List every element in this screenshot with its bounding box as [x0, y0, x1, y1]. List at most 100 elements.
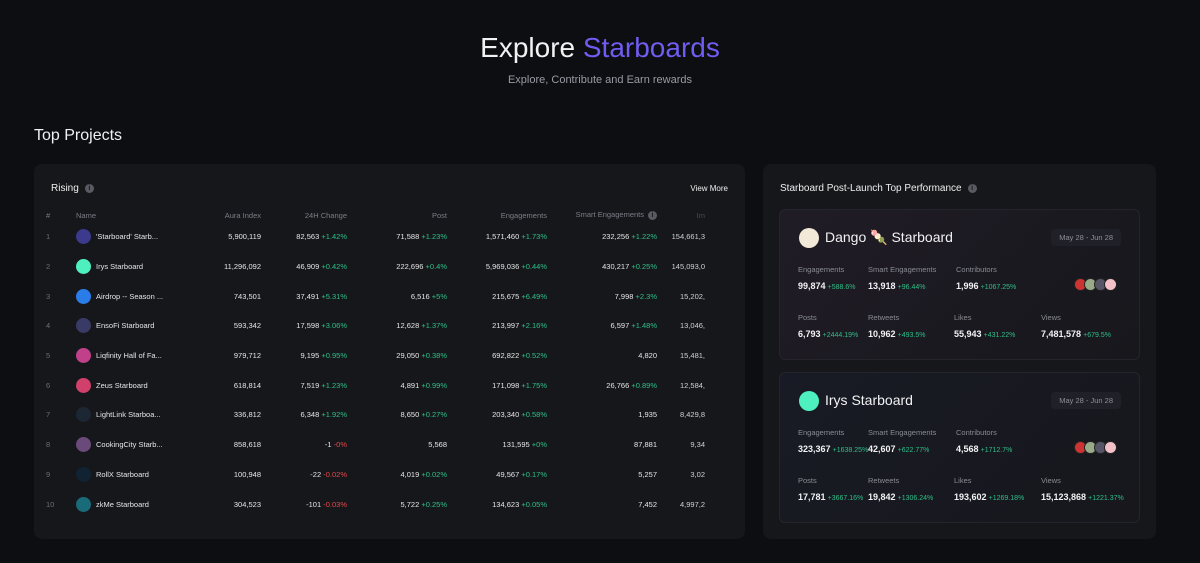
table-row[interactable]: 4 EnsoFi Starboard 593,342 17,598 +3.06% 1… — [46, 311, 705, 341]
project-name-cell[interactable]: EnsoFi Starboard — [76, 318, 176, 334]
table-row[interactable]: 1 'Starboard' Starb... 5,900,119 82,563 +… — [46, 222, 705, 252]
stat-change: +588.6% — [827, 284, 856, 291]
ch-cell: -101 -0.03% — [261, 489, 347, 519]
project-name[interactable]: 'Starboard' Starb... — [96, 232, 158, 241]
smart-change: +1.48% — [631, 321, 657, 331]
title-accent: Starboards — [582, 32, 720, 63]
smart-value: 87,881 — [634, 440, 657, 450]
ch-value: 46,909 — [296, 262, 320, 272]
smart-cell: 7,452 — [547, 489, 657, 519]
project-name-cell[interactable]: LightLink Starboa... — [76, 407, 176, 423]
table-row[interactable]: 6 Zeus Starboard 618,814 7,519 +1.23% 4,89… — [46, 370, 705, 400]
ch-change: +5.31% — [321, 291, 347, 301]
column-header[interactable]: Name — [76, 208, 176, 222]
impressions: 145,093,0 — [671, 262, 705, 272]
table-row[interactable]: 3 Airdrop -- Season ... 743,501 37,491 +5… — [46, 281, 705, 311]
project-name[interactable]: Liqfinity Hall of Fa... — [96, 351, 162, 360]
project-name[interactable]: zkMe Starboard — [96, 500, 149, 509]
post-value: 4,019 — [400, 469, 420, 479]
performance-header: Starboard Post-Launch Top Performance i — [780, 183, 977, 194]
stat-label: Likes — [954, 476, 972, 485]
stat-value: 15,123,868 — [1041, 492, 1087, 502]
table-row[interactable]: 8 CookingCity Starb... 858,618 -1 -0% 5,56… — [46, 430, 705, 460]
aura-index: 858,618 — [233, 440, 261, 450]
table-row[interactable]: 5 Liqfinity Hall of Fa... 979,712 9,195 +… — [46, 341, 705, 371]
table-row[interactable]: 10 zkMe Starboard 304,523 -101 -0.03% 5,72… — [46, 489, 705, 519]
post-value: 71,588 — [396, 232, 420, 242]
aura-index: 336,812 — [233, 410, 261, 420]
ch-cell: 17,598 +3.06% — [261, 311, 347, 341]
ch-change: -0.02% — [323, 469, 347, 479]
performance-card: Starboard Post-Launch Top Performance i D… — [763, 164, 1156, 539]
column-header[interactable]: Engagements — [447, 208, 547, 222]
eng-cell: 131,595 +0% — [447, 430, 547, 460]
ch-cell: 37,491 +5.31% — [261, 281, 347, 311]
project-name[interactable]: LightLink Starboa... — [96, 410, 161, 419]
eng-change: +1.75% — [521, 380, 547, 390]
column-header[interactable]: 24H Change — [261, 208, 347, 222]
rank: 1 — [46, 232, 51, 242]
rank: 8 — [46, 440, 51, 450]
performance-project-card[interactable]: Dango 🍡 Starboard May 28 - Jun 28 Engageme… — [779, 209, 1140, 360]
project-logo-icon — [799, 228, 819, 248]
column-header[interactable]: Smart Engagements i — [547, 208, 657, 222]
project-name[interactable]: Airdrop -- Season ... — [96, 292, 163, 301]
rising-card: Rising i View More # Name Aura Index 24H Cha… — [34, 164, 745, 539]
project-name-cell[interactable]: Irys Starboard — [76, 259, 176, 275]
project-logo-icon — [76, 259, 91, 275]
project-name: Dango 🍡 Starboard — [825, 229, 953, 245]
table-row[interactable]: 9 RollX Starboard 100,948 -22 -0.02% 4,019… — [46, 460, 705, 490]
info-icon[interactable]: i — [84, 184, 94, 193]
smart-cell: 4,820 — [547, 341, 657, 371]
aura-index: 979,712 — [233, 351, 261, 361]
project-name-cell[interactable]: Liqfinity Hall of Fa... — [76, 348, 176, 364]
project-name-cell[interactable]: zkMe Starboard — [76, 496, 176, 512]
column-header[interactable]: Aura Index — [176, 208, 261, 222]
table-row[interactable]: 7 LightLink Starboa... 336,812 6,348 +1.9… — [46, 400, 705, 430]
table-row[interactable]: 2 Irys Starboard 11,296,092 46,909 +0.42%… — [46, 252, 705, 282]
project-name[interactable]: Irys Starboard — [96, 262, 143, 271]
project-name-cell[interactable]: Airdrop -- Season ... — [76, 288, 176, 304]
eng-cell: 215,675 +6.49% — [447, 281, 547, 311]
eng-change: +6.49% — [521, 291, 547, 301]
project-name[interactable]: RollX Starboard — [96, 470, 149, 479]
date-range[interactable]: May 28 - Jun 28 — [1051, 392, 1121, 409]
project-name[interactable]: EnsoFi Starboard — [96, 321, 154, 330]
project-name-cell[interactable]: Zeus Starboard — [76, 377, 176, 393]
rank: 9 — [46, 469, 51, 479]
rising-title: Rising — [51, 183, 79, 194]
project-name-cell[interactable]: 'Starboard' Starb... — [76, 229, 176, 245]
impressions: 4,997,2 — [679, 499, 705, 509]
project-logo-icon — [76, 496, 91, 512]
smart-value: 26,766 — [606, 380, 630, 390]
project-name-cell[interactable]: CookingCity Starb... — [76, 437, 176, 453]
stat-change: +96.44% — [897, 284, 926, 291]
ch-value: 7,519 — [300, 380, 320, 390]
stat-value: 10,962 — [868, 329, 896, 339]
stat-value: 17,781 — [798, 492, 826, 502]
info-icon[interactable]: i — [648, 211, 657, 220]
info-icon[interactable]: i — [967, 184, 977, 193]
rank: 5 — [46, 351, 51, 361]
view-more-link[interactable]: View More — [690, 184, 728, 193]
stat-change: +1712.7% — [980, 447, 1013, 454]
smart-value: 4,820 — [638, 351, 657, 361]
column-header[interactable]: Post — [347, 208, 447, 222]
ch-cell: -1 -0% — [261, 430, 347, 460]
eng-cell: 134,623 +0.05% — [447, 489, 547, 519]
column-header[interactable]: Im — [657, 208, 705, 222]
eng-cell: 49,567 +0.17% — [447, 460, 547, 490]
project-name[interactable]: CookingCity Starb... — [96, 440, 163, 449]
performance-project-card[interactable]: Irys Starboard May 28 - Jun 28 Engagements… — [779, 372, 1140, 523]
project-name[interactable]: Zeus Starboard — [96, 381, 148, 390]
post-value: 6,516 — [410, 291, 430, 301]
project-name-cell[interactable]: RollX Starboard — [76, 466, 176, 482]
post-change: +0.4% — [425, 262, 447, 272]
stat-label: Engagements — [798, 428, 845, 437]
date-range[interactable]: May 28 - Jun 28 — [1051, 229, 1121, 246]
column-header[interactable]: # — [46, 208, 76, 222]
stat-block: Views 15,123,868 +1221.37% — [1041, 476, 1124, 502]
rising-table: # Name Aura Index 24H Change Post Engagements… — [46, 208, 705, 519]
post-cell: 6,516 +5% — [347, 281, 447, 311]
eng-cell: 1,571,460 +1.73% — [447, 222, 547, 252]
